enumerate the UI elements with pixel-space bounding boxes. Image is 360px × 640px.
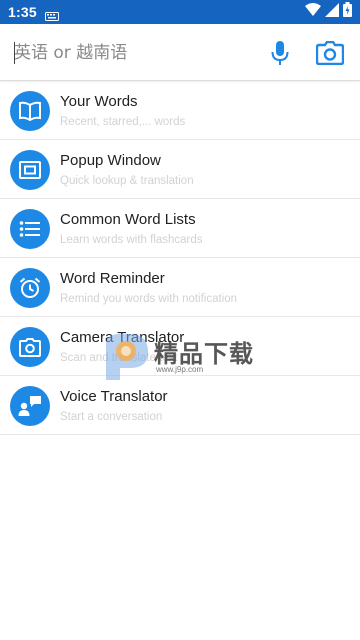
menu-item-subtitle: Recent, starred,... words	[60, 116, 186, 128]
status-bar: 1:35	[0, 0, 360, 24]
text-cursor	[14, 42, 15, 64]
menu-item-subtitle: Start a conversation	[60, 411, 163, 423]
battery-icon	[343, 2, 352, 22]
menu-item-subtitle: Quick lookup & translation	[60, 175, 194, 187]
menu-item-subtitle: Learn words with flashcards	[60, 234, 203, 246]
signal-icon	[325, 2, 339, 22]
microphone-button[interactable]	[266, 38, 294, 68]
alarm-clock-icon	[10, 268, 50, 308]
menu-item-title: Your Words	[60, 93, 138, 110]
microphone-icon	[271, 41, 289, 65]
menu-item-title: Popup Window	[60, 152, 161, 169]
menu-item-camera-translator[interactable]: Camera Translator Scan and translate tex…	[0, 317, 360, 376]
menu-item-title: Word Reminder	[60, 270, 165, 287]
menu-item-title: Common Word Lists	[60, 211, 196, 228]
popup-window-icon	[10, 150, 50, 190]
status-time: 1:35	[8, 4, 37, 20]
search-input[interactable]	[14, 38, 254, 68]
menu-item-subtitle: Remind you words with notification	[60, 293, 238, 305]
keyboard-icon	[44, 8, 59, 21]
camera-icon	[10, 327, 50, 367]
camera-icon	[316, 41, 344, 65]
voice-chat-icon	[10, 386, 50, 426]
menu-item-word-reminder[interactable]: Word Reminder Remind you words with noti…	[0, 258, 360, 317]
search-bar	[0, 24, 360, 81]
menu-item-title: Camera Translator	[60, 329, 185, 346]
menu-item-voice-translator[interactable]: Voice Translator Start a conversation	[0, 376, 360, 435]
camera-button[interactable]	[314, 38, 346, 68]
menu-item-your-words[interactable]: Your Words Recent, starred,... words	[0, 81, 360, 140]
menu-item-common-word-lists[interactable]: Common Word Lists Learn words with flash…	[0, 199, 360, 258]
wifi-icon	[305, 2, 321, 22]
feature-menu: Your Words Recent, starred,... words Pop…	[0, 81, 360, 435]
book-icon	[10, 91, 50, 131]
list-icon	[10, 209, 50, 249]
menu-item-title: Voice Translator	[60, 388, 168, 405]
menu-item-popup-window[interactable]: Popup Window Quick lookup & translation	[0, 140, 360, 199]
menu-item-subtitle: Scan and translate text	[60, 352, 178, 364]
